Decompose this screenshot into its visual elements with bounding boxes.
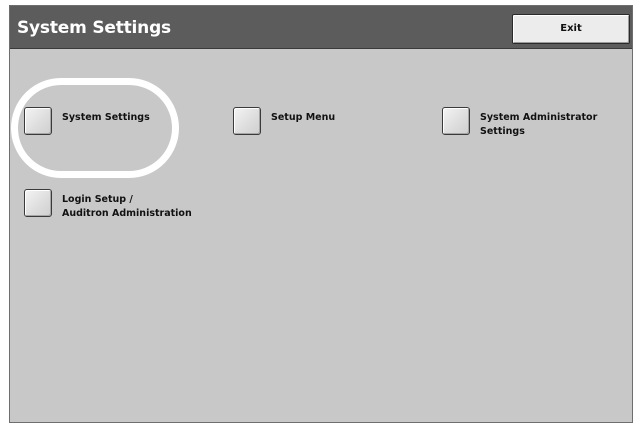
checkbox-login-setup-auditron-administration[interactable] [24, 189, 52, 217]
checkbox-system-settings[interactable] [24, 107, 52, 135]
option-label: Setup Menu [271, 111, 335, 125]
exit-button[interactable]: Exit [512, 14, 630, 44]
settings-panel: System Settings Exit System Settings Set… [9, 5, 633, 423]
page-title: System Settings [17, 18, 171, 38]
option-label-line1: Setup Menu [271, 112, 336, 123]
option-label-line1: System Administrator [480, 112, 598, 123]
option-label-line1: System Settings [62, 112, 150, 123]
option-label: Login Setup / Auditron Administration [62, 193, 192, 221]
option-label: System Administrator Settings [480, 111, 597, 139]
title-bar: System Settings Exit [10, 6, 632, 49]
option-label-line2: Settings [480, 126, 525, 137]
checkbox-system-administrator-settings[interactable] [442, 107, 470, 135]
option-label: System Settings [62, 111, 150, 125]
option-label-line1: Login Setup / [62, 194, 133, 205]
option-label-line2: Auditron Administration [62, 208, 192, 219]
checkbox-setup-menu[interactable] [233, 107, 261, 135]
